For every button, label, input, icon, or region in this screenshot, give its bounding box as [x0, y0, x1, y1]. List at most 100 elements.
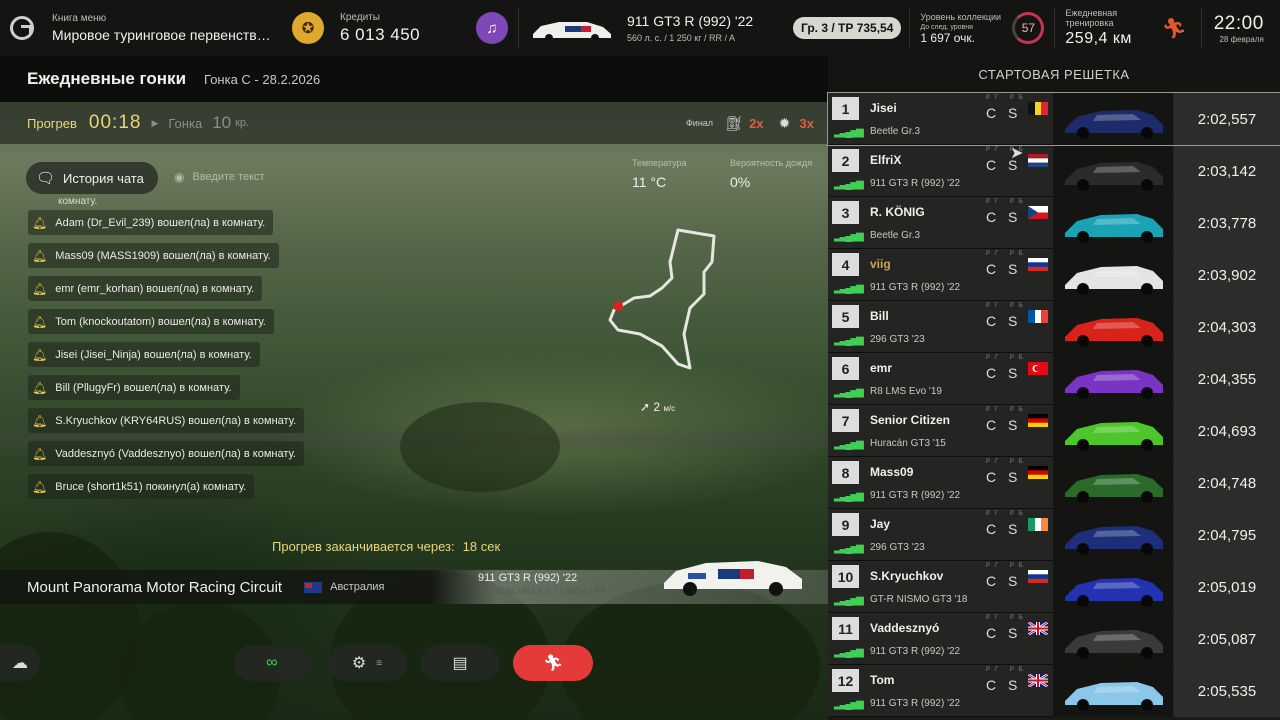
current-car-specs: 560 л. с. / 1 250 кг / RR / A [627, 33, 736, 43]
chat-input[interactable]: ◉ Введите текст [174, 170, 265, 184]
country-flag-icon [1027, 672, 1049, 689]
chat-history-button[interactable]: 🗨︎ История чата [26, 162, 158, 194]
car-livery-image [1053, 561, 1173, 613]
driver-rating: C S [986, 573, 1022, 589]
temperature-block: Температура 11 °C [632, 158, 687, 190]
divider [518, 8, 519, 48]
wind-indicator: ➚ 2 м/с [640, 400, 675, 414]
driver-car: 296 GT3 '23 [870, 542, 925, 553]
driver-rating: C S [986, 677, 1022, 693]
grid-row[interactable]: 12 ▂▃▄▅▆ Tom 911 GT3 R (992) '22 РГ РБ C S 2:0… [828, 665, 1280, 717]
qualifying-time: 2:02,557 [1174, 93, 1280, 145]
notes-icon[interactable]: ▤ [420, 645, 500, 681]
divider [1200, 8, 1202, 48]
driver-car: 911 GT3 R (992) '22 [870, 646, 961, 657]
credits-value: 6 013 450 [340, 24, 421, 44]
grid-row[interactable]: 11 ▂▃▄▅▆ Vaddesznyó 911 GT3 R (992) '22 РГ Р… [828, 613, 1280, 665]
fuel-icon: ⛽︎ [725, 114, 743, 131]
bell-icon: 🔔︎ [32, 479, 48, 494]
grid-row[interactable]: 7 ▂▃▄▅▆ Senior Citizen Huracán GT3 '15 РГ РБ… [828, 405, 1280, 457]
menu-book-icon[interactable]: ✪ [292, 12, 324, 44]
circuit-name: Mount Panorama Motor Racing Circuit [27, 578, 283, 596]
country-flag-icon [1028, 570, 1048, 583]
grid-position: 5 [832, 305, 859, 328]
clock-date: 28 февраля [1219, 34, 1264, 44]
driver-rating: C S [986, 261, 1022, 277]
grid-position: 10 [832, 565, 859, 588]
warmup-ends: Прогрев заканчивается через: 18 сек [272, 539, 500, 554]
grid-row[interactable]: 2 ▂▃▄▅▆ ElfriX 911 GT3 R (992) '22 РГ РБ C S2… [828, 145, 1280, 197]
driver-name: Bill [870, 309, 889, 323]
chat-message-text: Mass09 (MASS1909) вошел(ла) в комнату. [55, 249, 271, 262]
driver-car: 296 GT3 '23 [870, 334, 925, 345]
driver-name: emr [870, 361, 893, 375]
flag-australia-icon [304, 581, 323, 593]
current-car-block[interactable]: 911 GT3 R (992) '22 560 л. с. / 1 250 кг… [627, 13, 793, 43]
grid-row[interactable]: 10 ▂▃▄▅▆ S.Kryuchkov GT-R NISMO GT3 '18 РГ Р… [828, 561, 1280, 613]
tree [0, 532, 140, 720]
collection-label: Уровень коллекции [920, 11, 1002, 22]
current-car-image [533, 22, 611, 42]
chat-message: 🔔︎ Jisei (Jisei_Ninja) вошел(ла) в комнат… [28, 342, 260, 367]
grid-row[interactable]: 1 ▂▃▄▅▆ Jisei Beetle Gr.3 РГ РБ C S 2:02,557 [827, 92, 1280, 146]
credits-block: Кредиты 6 013 450 [340, 12, 458, 45]
chat-message-text: Jisei (Jisei_Ninja) вошел(ла) в комнату. [55, 348, 252, 361]
car-livery-image [1053, 93, 1173, 145]
car-livery-image [1053, 301, 1173, 353]
chat-message-cut: комнату. [58, 196, 98, 206]
car-livery-image [1053, 405, 1173, 457]
temperature-label: Температура [632, 158, 687, 168]
tree [400, 402, 560, 492]
driver-name: Mass09 [870, 465, 914, 479]
menu-book-block[interactable]: Книга меню Мировое туринговое первенств… [52, 13, 284, 43]
grid-row[interactable]: 6 ▂▃▄▅▆ emr R8 LMS Evo '19 РГ РБ C S 2:04,355 [828, 353, 1280, 405]
grid-row[interactable]: 4 ▂▃▄▅▆ viig 911 GT3 R (992) '22 РГ РБ C S 2:0… [828, 249, 1280, 301]
grid-position: 7 [832, 409, 859, 432]
driver-car: 911 GT3 R (992) '22 [870, 178, 961, 189]
link-icon[interactable]: ∞ [234, 645, 310, 681]
temperature-value: 11 °C [632, 174, 667, 190]
country-flag-icon [1028, 206, 1048, 219]
warmup-bar: Прогрев 00:18 ▶ Гонка 10 кр. Финал ⛽︎ 2x… [0, 102, 828, 144]
gt-logo-icon[interactable] [10, 16, 34, 40]
chat-message: 🔔︎ emr (emr_korhan) вошел(ла) в комнату. [28, 276, 263, 301]
runner-icon: 🏃︎ [1161, 17, 1187, 40]
driver-rating: C S [986, 469, 1022, 485]
connection-signal-icon: ▂▃▄▅▆ [834, 179, 864, 190]
connection-signal-icon: ▂▃▄▅▆ [834, 699, 864, 710]
connection-signal-icon: ▂▃▄▅▆ [834, 387, 864, 398]
grid-row[interactable]: 8 ▂▃▄▅▆ Mass09 911 GT3 R (992) '22 РГ РБ C S 2… [828, 457, 1280, 509]
player-car-info: 911 GT3 R (992) '22 ТР 735,54 / 452 л. с… [478, 572, 606, 596]
tp-badge: Гр. 3 / ТР 735,54 [793, 17, 902, 39]
chat-message-text: Bill (PllugyFr) вошел(ла) в комнату. [55, 381, 232, 394]
chat-message-text: S.Kryuchkov (KRY64RUS) вошел(ла) в комна… [55, 414, 297, 427]
collection-block: Уровень коллекции До след. уровня 1 697 … [920, 12, 1012, 45]
weather-icon[interactable]: ☁︎ [0, 645, 40, 681]
starting-grid-panel: СТАРТОВАЯ РЕШЕТКА 1 ▂▃▄▅▆ Jisei Beetle Gr.3… [827, 56, 1280, 720]
driver-car: R8 LMS Evo '19 [870, 386, 942, 397]
chat-messages: комнату. 🔔︎ Adam (Dr_Evil_239) вошел(ла) … [28, 196, 318, 507]
bell-icon: 🔔︎ [32, 314, 48, 329]
chat-message-text: emr (emr_korhan) вошел(ла) в комнату. [55, 282, 255, 295]
grid-row[interactable]: 3 ▂▃▄▅▆ R. KÖNIG Beetle Gr.3 РГ РБ C S 2:03,77… [828, 197, 1280, 249]
country-flag-icon [1028, 310, 1048, 323]
rating-labels: РГ РБ [986, 95, 1028, 101]
connection-signal-icon: ▂▃▄▅▆ [834, 335, 864, 346]
divider [1054, 8, 1056, 48]
connection-signal-icon: ▂▃▄▅▆ [834, 439, 864, 450]
gear-icon[interactable]: ⚙︎ ≡ [327, 645, 407, 681]
bell-icon: 🔔︎ [32, 281, 48, 296]
app-root: Книга меню Мировое туринговое первенств…… [0, 0, 1280, 720]
warmup-ends-label: Прогрев заканчивается через: [272, 539, 455, 554]
exit-button[interactable]: 🏃︎ [513, 645, 593, 681]
connection-signal-icon: ▂▃▄▅▆ [834, 647, 864, 658]
garage-icon[interactable]: ♫ [476, 12, 508, 44]
grid-row[interactable]: 9 ▂▃▄▅▆ Jay 296 GT3 '23 РГ РБ C S 2:04,795 [828, 509, 1280, 561]
clock-time: 22:00 [1213, 12, 1264, 34]
driver-car: 911 GT3 R (992) '22 [870, 490, 961, 501]
rain-value: 0% [730, 174, 751, 190]
car-livery-image [1053, 197, 1173, 249]
chat-message-text: Bruce (short1k51) покинул(а) комнату. [55, 480, 247, 493]
driver-rating: C S [986, 521, 1022, 537]
grid-row[interactable]: 5 ▂▃▄▅▆ Bill 296 GT3 '23 РГ РБ C S 2:04,303 [828, 301, 1280, 353]
